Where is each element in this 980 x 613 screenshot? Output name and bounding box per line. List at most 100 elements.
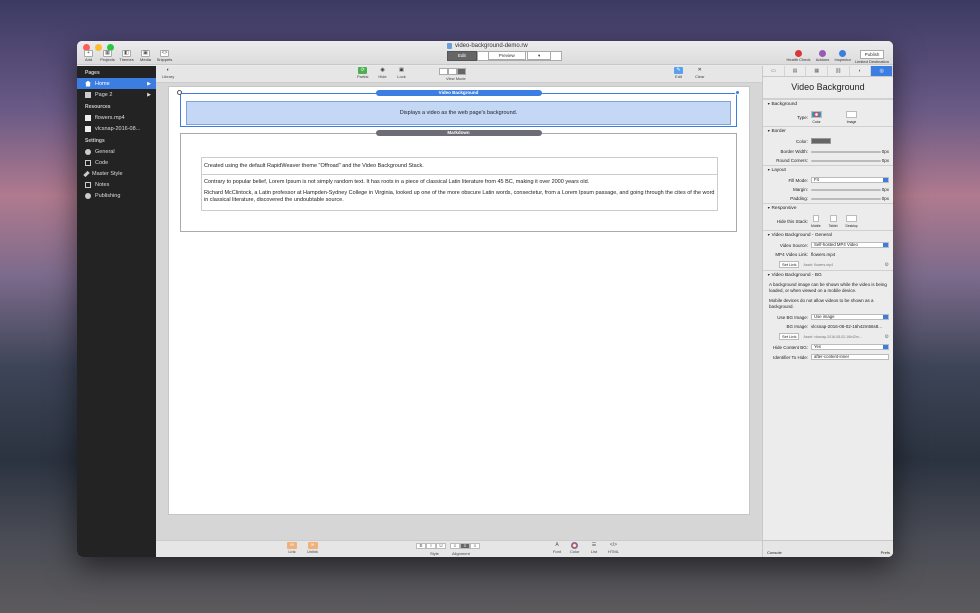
info-icon xyxy=(839,50,847,57)
tab-link[interactable]: ⛓ xyxy=(828,66,850,76)
font-button[interactable]: A Font xyxy=(552,542,562,554)
snippets-icon: <> xyxy=(160,50,169,57)
section-border[interactable]: Border xyxy=(763,126,893,136)
gear-icon[interactable]: ⚙ xyxy=(885,334,889,340)
gear-icon[interactable]: ⚙ xyxy=(885,262,889,268)
align-left-button[interactable]: ≡ xyxy=(450,543,460,549)
html-button[interactable]: </> HTML xyxy=(608,542,619,554)
padding-slider[interactable] xyxy=(811,197,881,200)
type-image-option[interactable]: Image xyxy=(846,111,857,124)
view-mode-mobile[interactable] xyxy=(439,68,448,75)
media-button[interactable]: ▣ Media xyxy=(138,50,153,62)
lock-button[interactable]: ▣ Lock xyxy=(397,67,406,79)
align-right-button[interactable]: ≡ xyxy=(470,543,480,549)
video-background-stack[interactable]: Video Background Displays a video as the… xyxy=(177,90,740,127)
section-vb-bg[interactable]: Video Background - BG xyxy=(763,270,893,280)
partial-button[interactable]: ⟳ Partial xyxy=(357,67,368,79)
section-responsive[interactable]: Responsive xyxy=(763,203,893,213)
set-link-button[interactable]: Set Link xyxy=(779,333,800,340)
border-width-slider[interactable] xyxy=(811,150,881,153)
sidebar-item-page-2[interactable]: Page 2 ▶ xyxy=(77,89,156,100)
themes-icon: ◧ xyxy=(122,50,131,57)
type-color-option[interactable]: Color xyxy=(811,111,822,124)
video-source-select[interactable]: Self-hosted MP4 Video xyxy=(811,242,889,248)
sidebar-item-publishing[interactable]: Publishing xyxy=(77,190,156,201)
round-corners-slider[interactable] xyxy=(811,159,881,162)
fill-mode-select[interactable]: Fit xyxy=(811,177,889,183)
markdown-content[interactable]: Created using the default RapidWeaver th… xyxy=(201,157,718,211)
sidebar-item-master-style[interactable]: Master Style xyxy=(77,168,156,179)
edit-mode-button[interactable]: Edit xyxy=(447,51,477,61)
bg-description-mobile: Mobile devices do not allow videos to be… xyxy=(769,298,874,309)
bg-description: A background image can be shown while th… xyxy=(769,282,887,293)
link-button[interactable]: ∞ Link xyxy=(287,542,297,554)
library-icon: ◐ xyxy=(166,67,170,73)
underline-button[interactable]: U xyxy=(436,543,446,549)
inspector-button[interactable]: Inspector xyxy=(835,50,851,64)
view-mode-toggle xyxy=(439,68,466,75)
view-mode-desktop[interactable] xyxy=(457,68,466,75)
preview-mode-button[interactable]: Preview ▾ xyxy=(476,51,563,61)
sidebar-item-general[interactable]: General xyxy=(77,146,156,157)
prop-bg-set-link: Set Link Asset: vlcsnap-2016-08-02-16h42… xyxy=(763,331,893,342)
library-button[interactable]: ◐ Library xyxy=(162,67,174,79)
sidebar-item-flowers-mp4[interactable]: flowers.mp4 xyxy=(77,112,156,123)
prop-round-corners: Round Corners: 0px xyxy=(776,158,889,163)
bold-button[interactable]: B xyxy=(416,543,426,549)
publish-button[interactable]: Publish Limited Destination xyxy=(855,50,889,64)
tab-style[interactable]: ◐ xyxy=(850,66,872,76)
addons-button[interactable]: Addons xyxy=(815,50,831,64)
identifier-input[interactable]: after-content-inner xyxy=(811,354,889,360)
hide-tablet-option[interactable]: Tablet xyxy=(829,215,838,228)
tab-header[interactable]: ▦ xyxy=(806,66,829,76)
section-layout[interactable]: Layout xyxy=(763,165,893,175)
hide-button[interactable]: ◉ Hide xyxy=(378,67,387,79)
color-swatch[interactable] xyxy=(811,138,831,144)
view-mode-tablet[interactable] xyxy=(448,68,457,75)
health-check-button[interactable]: Health Check xyxy=(787,50,811,64)
add-button[interactable]: + Add xyxy=(81,50,96,62)
tab-general[interactable]: ▭ xyxy=(763,66,785,76)
code-icon xyxy=(85,159,91,166)
app-window: video-background-demo.rw + Add ▦ Project… xyxy=(77,41,893,557)
prefs-button[interactable]: Prefs xyxy=(881,550,890,555)
hide-mobile-option[interactable]: Mobile xyxy=(811,215,821,228)
unlink-button[interactable]: ∞ Unlink xyxy=(307,542,318,554)
tab-page[interactable]: ▤ xyxy=(785,66,807,76)
tab-stack-settings[interactable]: ◎ xyxy=(871,66,893,76)
hide-desktop-option[interactable]: Desktop xyxy=(846,215,858,228)
document-icon xyxy=(447,43,452,49)
stack-handle-left[interactable] xyxy=(177,90,182,95)
hide-content-bg-select[interactable]: Yes xyxy=(811,344,889,350)
use-bg-image-select[interactable]: Use image xyxy=(811,314,889,320)
tablet-icon xyxy=(829,215,837,222)
sidebar-item-code[interactable]: Code xyxy=(77,157,156,168)
align-center-button[interactable]: ≡ xyxy=(460,543,470,549)
sidebar-item-vlcsnap[interactable]: vlcsnap-2016-08... xyxy=(77,123,156,134)
projects-button[interactable]: ▦ Projects xyxy=(100,50,115,62)
themes-button[interactable]: ◧ Themes xyxy=(119,50,134,62)
edit-button[interactable]: ✎ Edit xyxy=(674,67,683,79)
margin-slider[interactable] xyxy=(811,188,881,191)
color-button[interactable]: Color xyxy=(570,542,580,554)
clear-button[interactable]: ✕ Clear xyxy=(695,67,705,79)
markdown-stack[interactable]: Markdown Created using the default Rapid… xyxy=(180,130,737,232)
prop-video-source: Video Source: Self-hosted MP4 Video xyxy=(763,240,893,250)
link-icon: ∞ xyxy=(287,542,297,549)
console-button[interactable]: Console xyxy=(767,550,782,555)
chevron-down-icon: ▾ xyxy=(527,51,552,60)
section-vb-general[interactable]: Video Background - General xyxy=(763,230,893,240)
snippets-button[interactable]: <> Snippets xyxy=(157,50,172,62)
stack-label: Markdown xyxy=(375,130,542,136)
file-icon xyxy=(85,125,91,132)
page-icon xyxy=(85,91,91,98)
style-caption: Style xyxy=(430,551,439,556)
list-button[interactable]: ☰ List xyxy=(589,542,599,554)
video-background-placeholder: Displays a video as the web page's backg… xyxy=(186,101,731,125)
sidebar-item-home[interactable]: Home ▶ xyxy=(77,78,156,89)
sidebar-item-notes[interactable]: Notes xyxy=(77,179,156,190)
section-background[interactable]: Background xyxy=(763,99,893,109)
set-link-button[interactable]: Set Link xyxy=(779,261,800,268)
italic-button[interactable]: I xyxy=(426,543,436,549)
stack-handle-right[interactable] xyxy=(735,90,740,95)
